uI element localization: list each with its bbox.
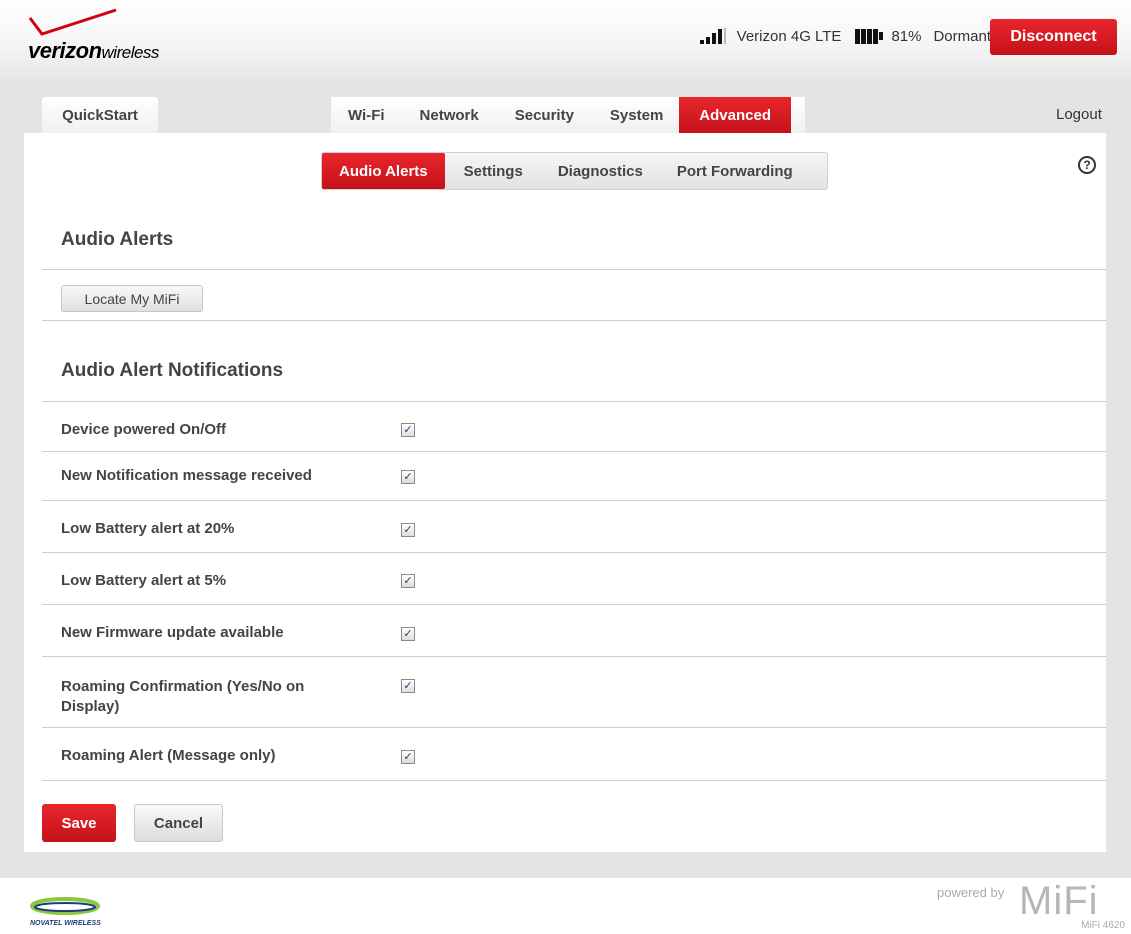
checkbox-device-power[interactable]: ✓ [401, 423, 415, 437]
battery-icon [855, 28, 884, 44]
tab-quickstart[interactable]: QuickStart [42, 97, 158, 133]
novatel-text: NOVATEL WIRELESS [30, 920, 101, 927]
novatel-wireless-logo: NOVATEL WIRELESS [30, 893, 120, 931]
notifications-heading: Audio Alert Notifications [61, 360, 284, 381]
divider [42, 401, 1106, 402]
divider [42, 656, 1106, 657]
main-tabs: Wi-Fi Network Security System Advanced [331, 97, 805, 133]
logout-link[interactable]: Logout [1056, 106, 1102, 123]
subtab-diagnostics[interactable]: Diagnostics [541, 153, 660, 189]
connection-state: Dormant [933, 27, 991, 45]
novatel-swoosh-icon [30, 897, 100, 915]
disconnect-button[interactable]: Disconnect [990, 19, 1117, 55]
divider [42, 552, 1106, 553]
subtab-port-forwarding[interactable]: Port Forwarding [660, 153, 810, 189]
tab-network[interactable]: Network [402, 97, 497, 133]
checkbox-low-battery-5[interactable]: ✓ [401, 574, 415, 588]
tab-wifi[interactable]: Wi-Fi [331, 97, 402, 133]
top-header: verizonwireless Verizon 4G LTE 81% Dorma… [0, 0, 1131, 80]
network-name: Verizon 4G LTE [736, 27, 842, 45]
row-label-new-notification: New Notification message received [61, 467, 312, 484]
divider [42, 269, 1106, 270]
logo-brand-text: verizon [28, 38, 102, 63]
signal-strength-icon [699, 28, 728, 44]
sub-tabs: Audio Alerts Settings Diagnostics Port F… [321, 152, 828, 190]
mifi-brand-text: MiFi [1019, 879, 1099, 923]
divider [42, 727, 1106, 728]
checkbox-roaming-alert[interactable]: ✓ [401, 750, 415, 764]
subtab-settings[interactable]: Settings [445, 153, 541, 189]
powered-by-mifi-logo: powered by MiFi MiFi 4620 [937, 878, 1127, 934]
row-label-roaming-alert: Roaming Alert (Message only) [61, 747, 276, 764]
checkbox-firmware-update[interactable]: ✓ [401, 627, 415, 641]
row-label-roaming-confirmation: Roaming Confirmation (Yes/No on Display) [61, 678, 305, 715]
audio-alerts-heading: Audio Alerts [61, 229, 174, 250]
divider [42, 500, 1106, 501]
save-button[interactable]: Save [42, 804, 116, 842]
connection-status: Verizon 4G LTE 81% Dormant [699, 24, 991, 48]
divider [42, 780, 1106, 781]
locate-my-mifi-button[interactable]: Locate My MiFi [61, 285, 203, 312]
verizon-wireless-logo: verizonwireless [28, 8, 188, 68]
tab-system[interactable]: System [592, 97, 681, 133]
subtab-audio-alerts[interactable]: Audio Alerts [322, 153, 445, 189]
help-icon[interactable]: ? [1078, 156, 1096, 174]
divider [42, 320, 1106, 321]
checkbox-new-notification[interactable]: ✓ [401, 470, 415, 484]
checkbox-roaming-confirmation[interactable]: ✓ [401, 679, 415, 693]
powered-by-text: powered by [937, 885, 1005, 900]
divider [42, 604, 1106, 605]
row-label-low-battery-5: Low Battery alert at 5% [61, 572, 227, 589]
row-label-device-power: Device powered On/Off [61, 421, 227, 438]
logo-suffix-text: wireless [101, 43, 160, 62]
mifi-model-text: MiFi 4620 [1081, 920, 1125, 931]
row-label-low-battery-20: Low Battery alert at 20% [61, 520, 235, 537]
row-label-firmware-update: New Firmware update available [61, 624, 284, 641]
battery-percent: 81% [891, 27, 922, 45]
content-panel: Audio Alerts Settings Diagnostics Port F… [24, 133, 1106, 852]
tab-advanced[interactable]: Advanced [679, 97, 791, 133]
checkbox-low-battery-20[interactable]: ✓ [401, 523, 415, 537]
divider [42, 451, 1106, 452]
cancel-button[interactable]: Cancel [134, 804, 223, 842]
tab-security[interactable]: Security [497, 97, 592, 133]
logo-checkmark-icon [28, 8, 117, 36]
